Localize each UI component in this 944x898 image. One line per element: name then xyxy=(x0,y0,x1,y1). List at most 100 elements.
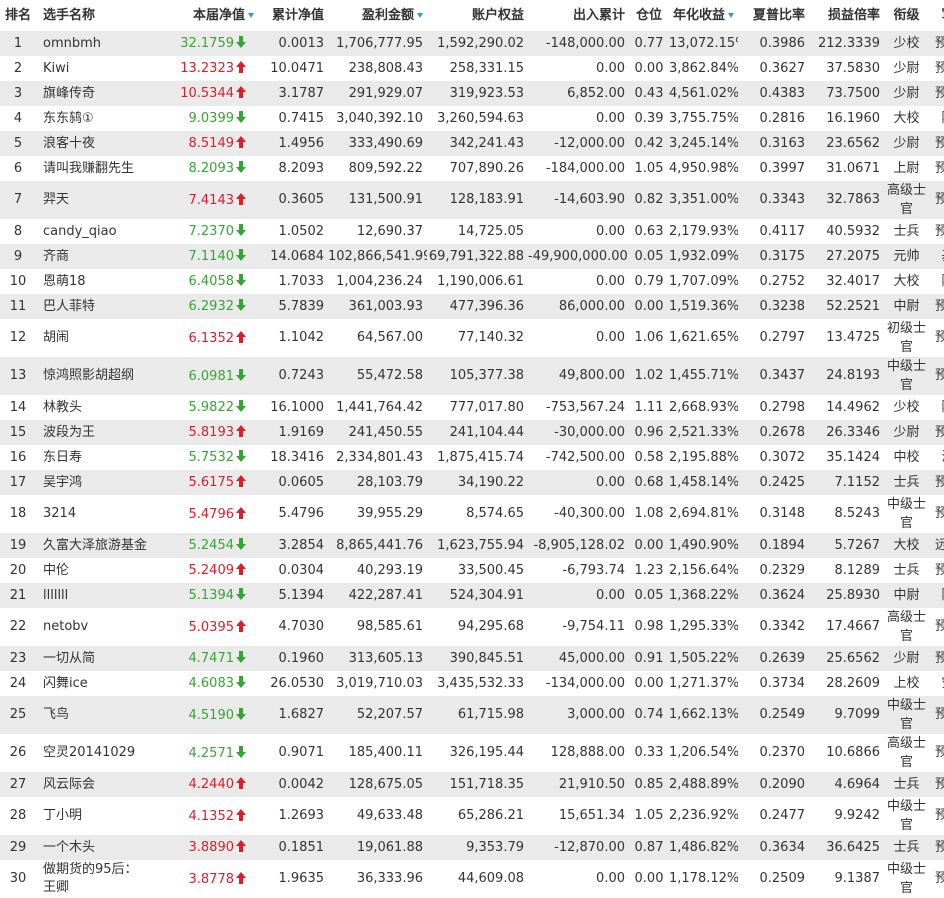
player-name-link[interactable]: 飞鸟 xyxy=(36,696,150,734)
player-name-link[interactable]: 巴人菲特 xyxy=(36,294,150,319)
player-name-link[interactable]: 东东鸫① xyxy=(36,106,150,131)
rank-title-cell: 士兵 xyxy=(884,835,929,860)
player-name-link[interactable]: 3214 xyxy=(36,495,150,533)
player-name-link[interactable]: 空灵20141029 xyxy=(36,734,150,772)
player-name-link[interactable]: candy_qiao xyxy=(36,219,150,244)
rank-cell: 14 xyxy=(9,399,27,415)
branch-cell: 基金 xyxy=(929,244,944,269)
table-row: 25 飞鸟 4.5190 1.6827 52,207.57 61,715.98 3,000.… xyxy=(0,696,944,734)
player-name-link[interactable]: 一个木头 xyxy=(36,835,150,860)
player-name-link[interactable]: 吴宇鸿 xyxy=(36,470,150,495)
flow-cell: 86,000.00 xyxy=(528,294,629,319)
equity-cell: 707,890.26 xyxy=(449,160,524,176)
annual-return-cell: 1,621.65% xyxy=(669,330,738,345)
branch-cell: 预备役 xyxy=(929,470,944,495)
player-name-link[interactable]: omnbmh xyxy=(36,31,150,56)
player-name-link[interactable]: 胡闹 xyxy=(36,319,150,357)
equity-cell: 69,791,322.88 xyxy=(427,244,528,269)
nav-value: 4.2440 xyxy=(188,777,235,792)
pl-ratio-cell: 28.2609 xyxy=(826,675,880,691)
profit-cell: 1,706,777.95 xyxy=(328,31,427,56)
nav-value: 6.4058 xyxy=(188,274,235,289)
table-row: 8 candy_qiao 7.2370 1.0502 12,690.37 14,725.0… xyxy=(0,219,944,244)
annual-return-cell: 1,178.12% xyxy=(669,871,738,886)
equity-cell: 128,183.91 xyxy=(427,181,528,219)
col-header-annual[interactable]: 年化收益 xyxy=(669,0,738,31)
position-cell: 0.00 xyxy=(629,294,669,319)
player-name-link[interactable]: 中伦 xyxy=(36,558,150,583)
annual-return-cell: 1,505.22% xyxy=(669,646,738,671)
table-row: 17 吴宇鸿 5.6175 0.0605 28,103.79 34,190.22 0.00 0… xyxy=(0,470,944,495)
profit-cell: 809,592.22 xyxy=(348,160,423,176)
player-name-link[interactable]: 丁小明 xyxy=(36,797,150,835)
table-row: 6 请叫我赚翻先生 8.2093 8.2093 809,592.22 707,890.26… xyxy=(0,156,944,181)
flow-cell: 3,000.00 xyxy=(528,696,629,734)
pl-ratio-cell: 31.0671 xyxy=(826,160,880,176)
flow-cell: -184,000.00 xyxy=(545,160,625,176)
player-name-link[interactable]: 林教头 xyxy=(36,395,150,420)
position-cell: 0.58 xyxy=(634,449,664,465)
player-name-link[interactable]: 旗峰传奇 xyxy=(36,81,150,106)
nav-cell: 4.1352 xyxy=(150,797,258,835)
col-header-profit[interactable]: 盈利金额 xyxy=(328,0,427,31)
flow-cell: 0.00 xyxy=(596,223,625,239)
nav-cell: 6.4058 xyxy=(150,269,258,294)
pl-ratio-cell: 37.5830 xyxy=(826,60,880,76)
equity-cell: 319,923.53 xyxy=(427,81,528,106)
annual-return-cell: 1,519.36% xyxy=(669,294,738,319)
pl-ratio-cell: 32.7863 xyxy=(809,181,884,219)
equity-cell: 777,017.80 xyxy=(449,399,524,415)
profit-cell: 3,019,710.03 xyxy=(336,675,423,691)
player-name-link[interactable]: 请叫我赚翻先生 xyxy=(36,156,150,181)
player-name-link[interactable]: 波段为王 xyxy=(36,420,150,445)
nav-value: 4.1352 xyxy=(188,808,235,824)
player-name-link[interactable]: 闪舞ice xyxy=(36,671,150,696)
position-cell: 1.23 xyxy=(634,562,664,578)
player-name-link[interactable]: 齐商 xyxy=(36,244,150,269)
player-name-link[interactable]: lllllll xyxy=(36,583,150,608)
position-cell: 0.00 xyxy=(629,533,669,558)
player-name-link[interactable]: 浪客十夜 xyxy=(36,131,150,156)
player-name-link[interactable]: 惊鸿照影胡超纲 xyxy=(36,357,150,395)
nav-value: 13.2323 xyxy=(180,61,234,76)
sharpe-cell: 0.2639 xyxy=(738,646,809,671)
profit-cell: 49,633.48 xyxy=(356,808,423,823)
player-name-link[interactable]: 恩萌18 xyxy=(36,269,150,294)
sharpe-cell: 0.3734 xyxy=(759,675,806,691)
annual-return-cell: 2,488.89% xyxy=(669,772,738,797)
cum-nav-cell: 3.1787 xyxy=(258,81,328,106)
player-name-link[interactable]: netobv xyxy=(36,608,150,646)
player-name-link[interactable]: 一切从简 xyxy=(36,646,150,671)
player-name-link[interactable]: 东日寿 xyxy=(36,445,150,470)
player-name-link[interactable]: 风云际会 xyxy=(36,772,150,797)
col-header-nav[interactable]: 本届净值 xyxy=(150,0,258,31)
sharpe-cell: 0.3342 xyxy=(759,619,806,634)
equity-cell: 524,304.91 xyxy=(427,583,528,608)
profit-cell: 238,808.43 xyxy=(348,60,423,76)
player-name-link[interactable]: 久富大泽旅游基金 xyxy=(36,533,150,558)
position-cell: 0.74 xyxy=(629,696,669,734)
branch-cell: 远征军 xyxy=(929,533,944,558)
branch-cell: 预备役 xyxy=(934,60,944,76)
nav-cell: 8.5149 xyxy=(150,131,258,156)
arrow-up-icon xyxy=(236,563,246,575)
player-name-link[interactable]: 羿天 xyxy=(36,181,150,219)
position-cell: 1.11 xyxy=(634,399,664,415)
sharpe-cell: 0.2816 xyxy=(759,110,806,126)
pl-ratio-cell: 17.4667 xyxy=(826,619,880,634)
col-header-profit-label: 盈利金额 xyxy=(361,7,414,23)
arrow-down-icon xyxy=(236,274,246,286)
profit-cell: 1,004,236.24 xyxy=(336,273,423,289)
arrow-down-icon xyxy=(236,111,246,123)
player-name-link[interactable]: Kiwi xyxy=(36,56,150,81)
annual-return-cell: 2,179.93% xyxy=(669,223,738,239)
player-name-link[interactable]: 做期货的95后：王卿 xyxy=(36,860,150,898)
col-header-title: 衔级 xyxy=(893,7,920,23)
annual-return-cell: 1,206.54% xyxy=(669,745,738,760)
pl-ratio-cell: 9.1387 xyxy=(834,871,881,886)
branch-cell: 预备役 xyxy=(934,506,944,521)
col-header-branch: 军种 xyxy=(929,0,944,31)
arrow-up-icon xyxy=(236,777,246,789)
position-cell: 1.06 xyxy=(634,330,664,345)
sharpe-cell: 0.3437 xyxy=(738,357,809,395)
